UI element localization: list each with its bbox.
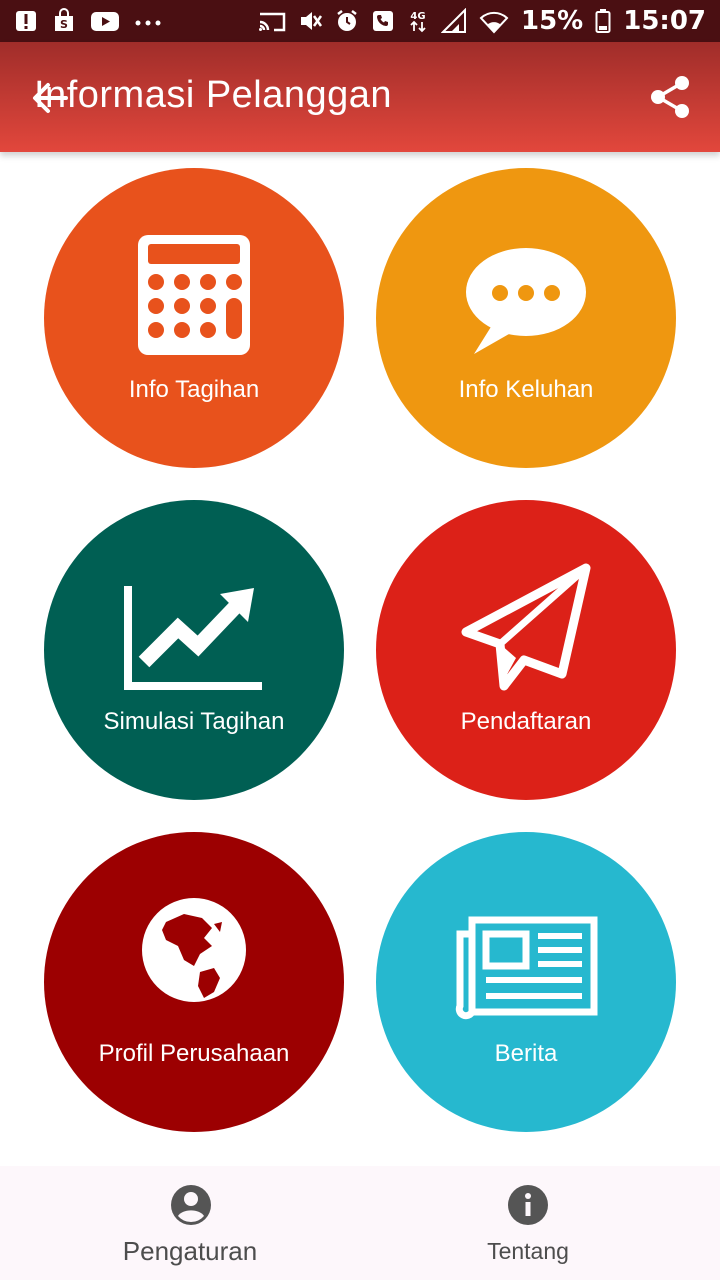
svg-text:4G: 4G — [410, 11, 425, 22]
status-time: 15:07 — [623, 6, 706, 36]
cast-icon — [259, 12, 286, 32]
status-bar: S 4G 15% 15:07 — [0, 0, 720, 42]
share-icon[interactable] — [648, 74, 694, 120]
alert-icon — [16, 11, 36, 31]
simulasi-tagihan-button[interactable]: Simulasi Tagihan — [44, 500, 344, 800]
nav-item-pengaturan[interactable]: Pengaturan — [90, 1166, 290, 1280]
battery-icon — [595, 9, 611, 33]
tile-label: Pendaftaran — [460, 708, 592, 735]
tile-label: Info Tagihan — [128, 376, 260, 403]
calculator-icon — [138, 235, 250, 355]
battery-percent: 15% — [521, 6, 584, 36]
more-dots-icon — [135, 20, 161, 26]
youtube-icon — [91, 12, 119, 31]
tile-label: Simulasi Tagihan — [103, 708, 285, 735]
nav-item-tentang[interactable]: Tentang — [440, 1166, 616, 1280]
chat-bubble-icon — [466, 248, 586, 354]
newspaper-icon — [455, 916, 598, 1020]
account-circle-icon — [171, 1185, 211, 1225]
pendaftaran-button[interactable]: Pendaftaran — [376, 500, 676, 800]
arrow-back-icon[interactable] — [28, 76, 72, 120]
tile-label: Berita — [494, 1040, 558, 1067]
globe-icon — [142, 898, 246, 1002]
info-keluhan-button[interactable]: Info Keluhan — [376, 168, 676, 468]
network-type-icon: 4G — [410, 11, 426, 33]
berita-button[interactable]: Berita — [376, 832, 676, 1132]
wifi-icon — [479, 11, 509, 34]
tile-label: Info Keluhan — [458, 376, 594, 403]
profil-perusahaan-button[interactable]: Profil Perusahaan — [44, 832, 344, 1132]
trend-chart-icon — [124, 586, 262, 690]
svg-text:S: S — [60, 18, 68, 31]
shopping-icon: S — [55, 8, 73, 31]
tile-label: Profil Perusahaan — [98, 1040, 290, 1067]
alarm-icon — [337, 10, 357, 31]
nav-label: Pengaturan — [122, 1236, 258, 1266]
info-tagihan-button[interactable]: Info Tagihan — [44, 168, 344, 468]
app-screen: S 4G 15% 15:07 Informasi Pelanggan Info … — [0, 0, 720, 1280]
info-icon — [508, 1185, 548, 1225]
page-title: Informasi Pelanggan — [34, 74, 393, 116]
app-bar: Informasi Pelanggan — [0, 42, 720, 152]
bottom-navigation: Pengaturan Tentang — [0, 1166, 720, 1280]
nav-label: Tentang — [487, 1238, 569, 1264]
mute-icon — [301, 12, 323, 30]
signal-icon — [441, 8, 466, 33]
paper-plane-icon — [461, 563, 591, 691]
call-icon — [373, 11, 393, 31]
